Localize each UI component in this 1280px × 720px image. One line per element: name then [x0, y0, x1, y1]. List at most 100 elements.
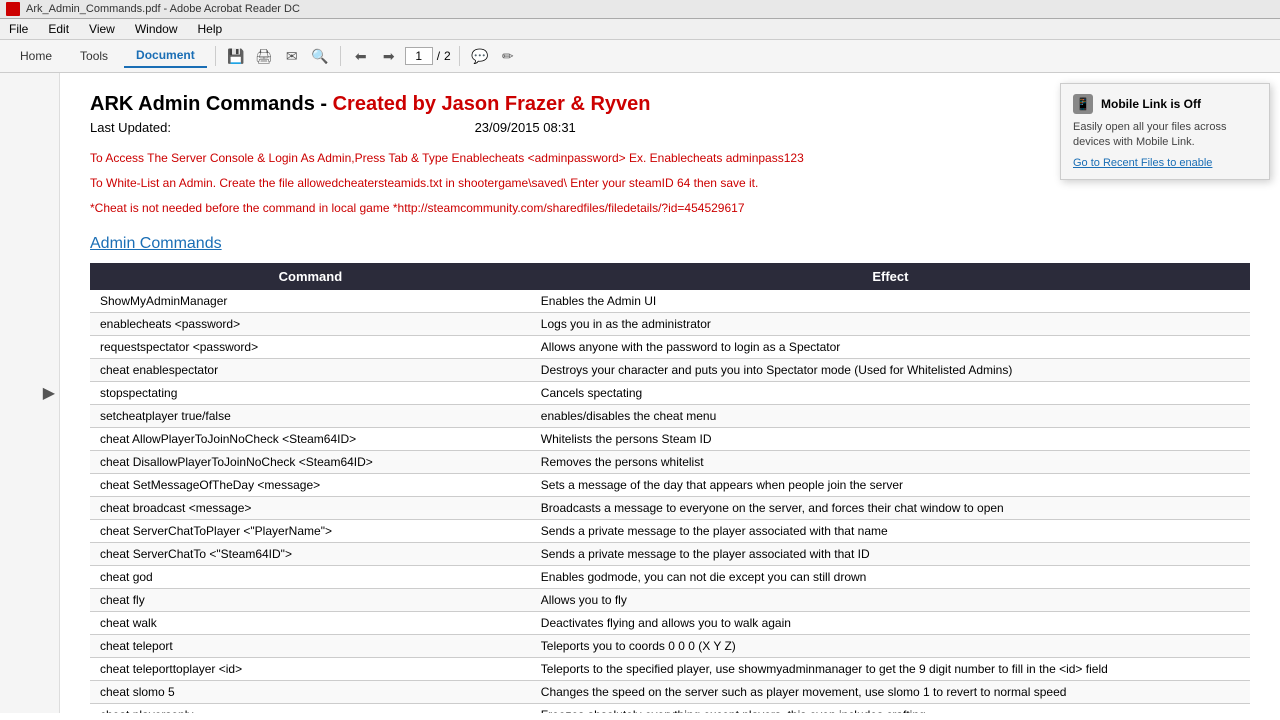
separator-2	[340, 46, 341, 66]
table-row: cheat SetMessageOfTheDay <message>Sets a…	[90, 473, 1250, 496]
menu-edit[interactable]: Edit	[45, 21, 72, 37]
header-effect: Effect	[531, 263, 1250, 290]
cell-command: cheat slomo 5	[90, 680, 531, 703]
commands-table: Command Effect ShowMyAdminManagerEnables…	[90, 263, 1250, 713]
cell-command: cheat DisallowPlayerToJoinNoCheck <Steam…	[90, 450, 531, 473]
table-header-row: Command Effect	[90, 263, 1250, 290]
cell-command: cheat teleport	[90, 634, 531, 657]
page-separator: /	[437, 49, 440, 63]
menu-window[interactable]: Window	[132, 21, 181, 37]
popup-title: Mobile Link is Off	[1101, 97, 1201, 111]
table-row: stopspectatingCancels spectating	[90, 381, 1250, 404]
cell-effect: Broadcasts a message to everyone on the …	[531, 496, 1250, 519]
mobile-icon: 📱	[1073, 94, 1093, 114]
table-row: cheat teleportTeleports you to coords 0 …	[90, 634, 1250, 657]
document-area: 📱 Mobile Link is Off Easily open all you…	[60, 73, 1280, 713]
tab-tools[interactable]: Tools	[68, 45, 120, 67]
comment-button[interactable]: 💬	[468, 44, 492, 68]
title-text: ARK Admin Commands	[90, 93, 315, 115]
table-row: cheat godEnables godmode, you can not di…	[90, 565, 1250, 588]
info-line-3: *Cheat is not needed before the command …	[90, 199, 1250, 218]
cell-command: cheat ServerChatTo <"Steam64ID">	[90, 542, 531, 565]
cell-command: setcheatplayer true/false	[90, 404, 531, 427]
page-input[interactable]	[405, 47, 433, 65]
separator-3	[459, 46, 460, 66]
table-row: requestspectator <password>Allows anyone…	[90, 335, 1250, 358]
table-row: cheat flyAllows you to fly	[90, 588, 1250, 611]
cell-command: cheat SetMessageOfTheDay <message>	[90, 473, 531, 496]
table-row: cheat ServerChatToPlayer <"PlayerName">S…	[90, 519, 1250, 542]
tab-home[interactable]: Home	[8, 45, 64, 67]
table-row: cheat playersonlyFreezes absolutely ever…	[90, 703, 1250, 713]
cell-effect: Logs you in as the administrator	[531, 312, 1250, 335]
next-page-button[interactable]: ➡	[377, 44, 401, 68]
cell-effect: Sends a private message to the player as…	[531, 542, 1250, 565]
separator-1	[215, 46, 216, 66]
print-button[interactable]: 🖨	[252, 44, 276, 68]
cell-command: cheat enablespectator	[90, 358, 531, 381]
table-row: setcheatplayer true/falseenables/disable…	[90, 404, 1250, 427]
table-row: cheat walkDeactivates flying and allows …	[90, 611, 1250, 634]
cell-command: enablecheats <password>	[90, 312, 531, 335]
pen-button[interactable]: ✏	[496, 44, 520, 68]
email-button[interactable]: ✉	[280, 44, 304, 68]
tab-document[interactable]: Document	[124, 44, 207, 68]
last-updated-label: Last Updated:	[90, 120, 171, 135]
table-row: cheat broadcast <message>Broadcasts a me…	[90, 496, 1250, 519]
cell-effect: Sets a message of the day that appears w…	[531, 473, 1250, 496]
save-button[interactable]: 💾	[224, 44, 248, 68]
page-total: 2	[444, 49, 451, 63]
table-row: cheat slomo 5Changes the speed on the se…	[90, 680, 1250, 703]
cell-command: cheat walk	[90, 611, 531, 634]
cell-effect: Sends a private message to the player as…	[531, 519, 1250, 542]
cell-command: stopspectating	[90, 381, 531, 404]
table-row: cheat DisallowPlayerToJoinNoCheck <Steam…	[90, 450, 1250, 473]
search-button[interactable]: 🔍	[308, 44, 332, 68]
popup-body: Easily open all your files across device…	[1073, 120, 1257, 151]
cell-effect: Removes the persons whitelist	[531, 450, 1250, 473]
cell-command: cheat god	[90, 565, 531, 588]
cell-effect: Allows anyone with the password to login…	[531, 335, 1250, 358]
left-panel: ▶	[0, 73, 60, 713]
cell-effect: Enables the Admin UI	[531, 290, 1250, 313]
menu-help[interactable]: Help	[195, 21, 226, 37]
cell-command: cheat teleporttoplayer <id>	[90, 657, 531, 680]
title-bar-text: Ark_Admin_Commands.pdf - Adobe Acrobat R…	[26, 3, 300, 15]
cell-effect: Destroys your character and puts you int…	[531, 358, 1250, 381]
prev-page-button[interactable]: ⬅	[349, 44, 373, 68]
cell-effect: Allows you to fly	[531, 588, 1250, 611]
cell-effect: Enables godmode, you can not die except …	[531, 565, 1250, 588]
cell-effect: Changes the speed on the server such as …	[531, 680, 1250, 703]
cell-command: ShowMyAdminManager	[90, 290, 531, 313]
table-row: cheat ServerChatTo <"Steam64ID">Sends a …	[90, 542, 1250, 565]
menu-view[interactable]: View	[86, 21, 118, 37]
cell-effect: Deactivates flying and allows you to wal…	[531, 611, 1250, 634]
cell-effect: enables/disables the cheat menu	[531, 404, 1250, 427]
menu-file[interactable]: File	[6, 21, 31, 37]
header-command: Command	[90, 263, 531, 290]
toolbar: Home Tools Document 💾 🖨 ✉ 🔍 ⬅ ➡ / 2 💬 ✏	[0, 40, 1280, 73]
cell-command: cheat AllowPlayerToJoinNoCheck <Steam64I…	[90, 427, 531, 450]
scroll-arrow[interactable]: ▶	[43, 383, 55, 403]
mobile-link-popup: 📱 Mobile Link is Off Easily open all you…	[1060, 83, 1270, 180]
cell-effect: Whitelists the persons Steam ID	[531, 427, 1250, 450]
cell-effect: Cancels spectating	[531, 381, 1250, 404]
cell-command: requestspectator <password>	[90, 335, 531, 358]
title-link[interactable]: Created by Jason Frazer & Ryven	[333, 93, 651, 115]
table-row: cheat enablespectatorDestroys your chara…	[90, 358, 1250, 381]
popup-link[interactable]: Go to Recent Files to enable	[1073, 157, 1212, 169]
cell-command: cheat playersonly	[90, 703, 531, 713]
cell-effect: Teleports to the specified player, use s…	[531, 657, 1250, 680]
cell-effect: Teleports you to coords 0 0 0 (X Y Z)	[531, 634, 1250, 657]
cell-command: cheat broadcast <message>	[90, 496, 531, 519]
cell-command: cheat fly	[90, 588, 531, 611]
title-suffix: -	[320, 93, 332, 115]
last-updated-value: 23/09/2015 08:31	[475, 120, 576, 135]
menu-bar: File Edit View Window Help	[0, 19, 1280, 40]
section-title-admin-commands[interactable]: Admin Commands	[90, 235, 1250, 253]
content-area: ▶ 📱 Mobile Link is Off Easily open all y…	[0, 73, 1280, 713]
app-icon	[6, 2, 20, 16]
table-row: ShowMyAdminManagerEnables the Admin UI	[90, 290, 1250, 313]
cell-effect: Freezes absolutely everything except pla…	[531, 703, 1250, 713]
table-row: cheat AllowPlayerToJoinNoCheck <Steam64I…	[90, 427, 1250, 450]
